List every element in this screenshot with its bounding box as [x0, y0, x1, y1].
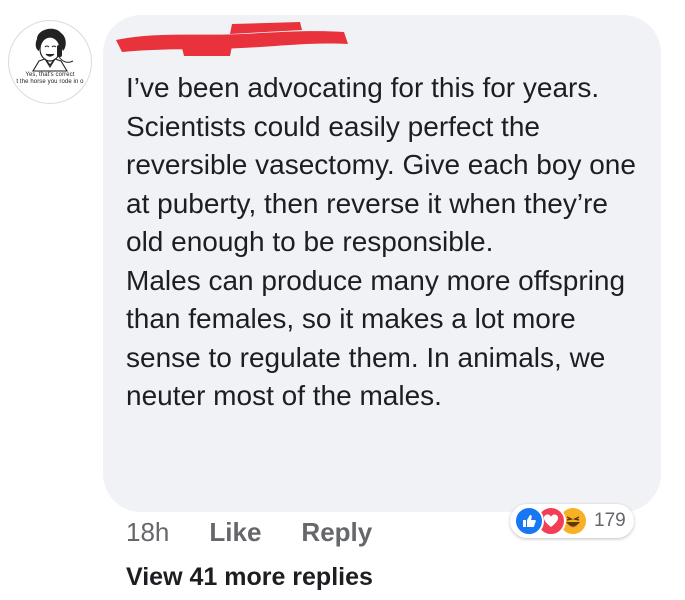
view-more-replies-link[interactable]: View 41 more replies — [126, 563, 373, 592]
comment-actions: 18h Like Reply — [126, 515, 372, 549]
comment-timestamp[interactable]: 18h — [126, 517, 169, 548]
vintage-woman-illustration — [32, 28, 74, 72]
like-icon — [514, 506, 544, 536]
redacted-author-name[interactable] — [112, 18, 352, 58]
comment-body: I’ve been advocating for this for years.… — [126, 69, 651, 416]
reply-button[interactable]: Reply — [301, 517, 372, 548]
comment-paragraph-1: I’ve been advocating for this for years.… — [126, 72, 636, 257]
avatar-caption-line1: Yes, that's correct — [25, 72, 75, 78]
comment-paragraph-2: Males can produce many more offspring th… — [126, 264, 626, 412]
reactions-summary[interactable]: 179 — [510, 504, 634, 538]
avatar-caption-line2: t the horse you rode in o — [16, 79, 84, 85]
reaction-count: 179 — [594, 510, 626, 531]
avatar[interactable]: Yes, that's correct t the horse you rode… — [8, 20, 92, 104]
like-button[interactable]: Like — [209, 517, 261, 548]
